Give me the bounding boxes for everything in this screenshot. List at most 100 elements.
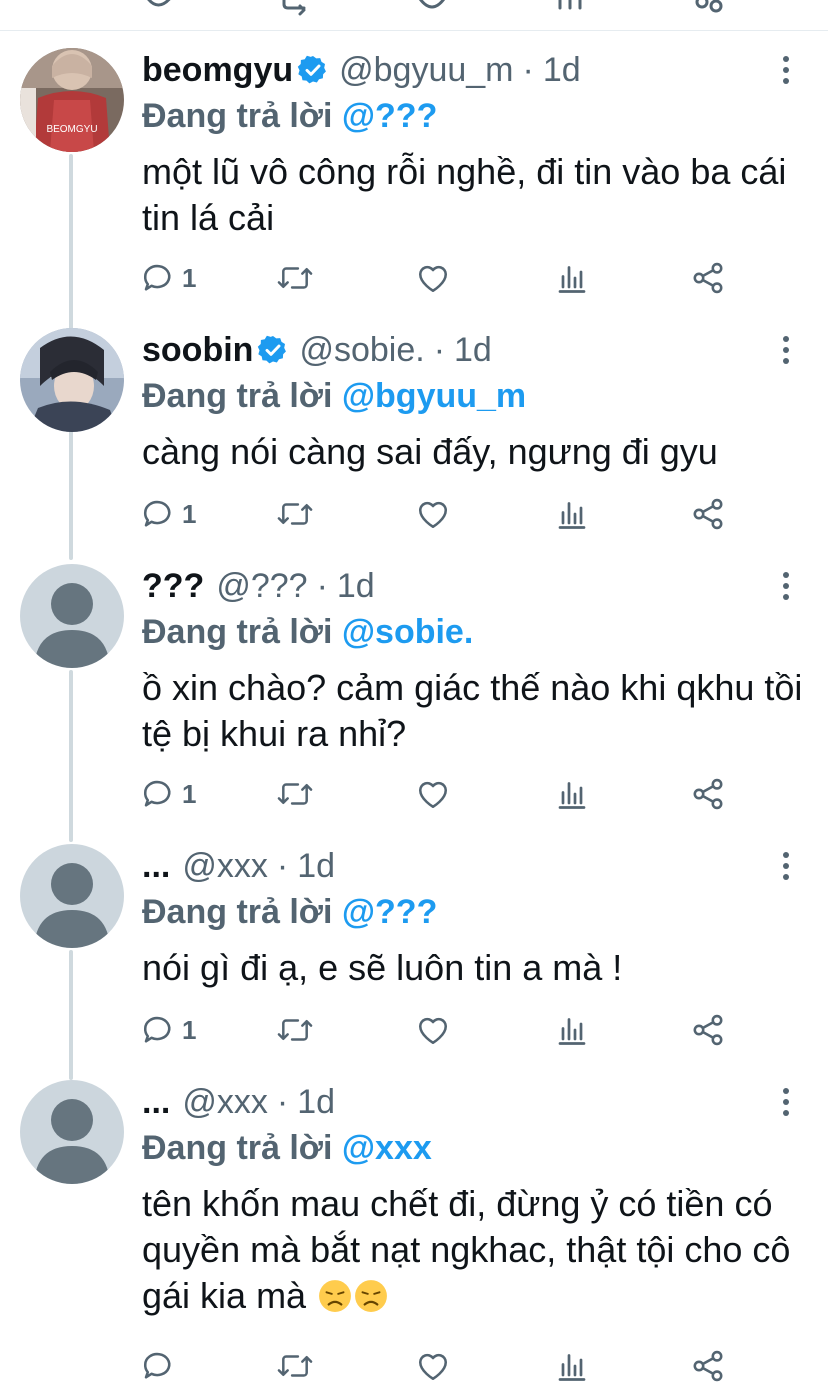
disappointed-face-emoji (355, 1280, 388, 1312)
share-icon (693, 498, 723, 530)
share-button[interactable] (690, 258, 726, 298)
timestamp[interactable]: 1d (297, 844, 335, 888)
timestamp[interactable]: 1d (297, 1080, 335, 1124)
user-handle[interactable]: @??? (216, 564, 307, 608)
reply-icon (143, 1352, 171, 1379)
reply-button[interactable]: 1 (140, 258, 196, 298)
avatar-photo: BEOMGYU (20, 48, 124, 152)
more-icon[interactable] (776, 1082, 796, 1122)
mention-link[interactable]: @xxx (342, 1129, 432, 1167)
more-icon[interactable] (776, 50, 796, 90)
share-button[interactable] (690, 494, 726, 534)
share-button[interactable] (690, 774, 726, 814)
analytics-icon (558, 1354, 586, 1381)
default-avatar-icon (20, 564, 124, 668)
action-bar (140, 1346, 730, 1386)
replying-to-label: Đang trả lời (142, 377, 333, 415)
retweet-button[interactable] (276, 494, 314, 534)
previous-tweet-actions (0, 0, 828, 30)
retweet-button[interactable] (276, 1346, 314, 1386)
share-icon (693, 1350, 723, 1382)
replying-to-label: Đang trả lời (142, 97, 333, 135)
analytics-icon (558, 782, 586, 809)
analytics-icon (558, 1018, 586, 1045)
retweet-icon (277, 267, 313, 289)
mention-link[interactable]: @sobie. (342, 613, 473, 651)
replying-to-label: Đang trả lời (142, 1129, 333, 1167)
reply-icon (143, 1016, 171, 1043)
views-button[interactable] (554, 494, 590, 534)
more-icon[interactable] (776, 846, 796, 886)
user-handle[interactable]: @bgyuu_m (339, 48, 513, 92)
separator-dot: · (276, 847, 289, 885)
reply-button[interactable]: 1 (140, 494, 196, 534)
default-avatar-icon (20, 1080, 124, 1184)
display-name[interactable]: ... (142, 1080, 170, 1124)
separator-dot: · (316, 567, 328, 605)
thread-line (69, 670, 73, 842)
like-button[interactable] (415, 774, 451, 814)
tweet-header: beomgyu @bgyuu_m · 1d (142, 48, 581, 92)
display-name[interactable]: soobin (142, 328, 253, 372)
separator-dot: · (433, 331, 446, 369)
mention-link[interactable]: @??? (342, 893, 437, 931)
reply-count: 1 (182, 499, 197, 529)
action-bar: 1 (140, 494, 730, 534)
views-button[interactable] (554, 258, 590, 298)
more-icon[interactable] (776, 566, 796, 606)
reply-count: 1 (182, 263, 197, 293)
like-button[interactable] (415, 494, 451, 534)
user-handle[interactable]: @xxx (182, 1080, 268, 1124)
reply-button[interactable]: 1 (140, 774, 196, 814)
action-bar: 1 (140, 258, 730, 298)
separator-dot: · (522, 51, 534, 89)
mention-link[interactable]: @??? (342, 97, 437, 135)
views-button[interactable] (554, 1346, 590, 1386)
reply-icon (143, 500, 171, 527)
previous-tweet-action-icons[interactable] (0, 0, 828, 30)
analytics-icon (558, 502, 586, 529)
reply-count: 1 (182, 1015, 197, 1045)
views-button[interactable] (554, 1010, 590, 1050)
reply-button[interactable] (140, 1346, 182, 1386)
retweet-icon (277, 1355, 313, 1377)
like-button[interactable] (415, 1010, 451, 1050)
tweet-text: tên khốn mau chết đi, đừng ỷ có tiền có … (142, 1181, 822, 1319)
retweet-icon (277, 1019, 313, 1041)
share-button[interactable] (690, 1010, 726, 1050)
tweet-text: nói gì đi ạ, e sẽ luôn tin a mà ! (142, 947, 623, 988)
user-handle[interactable]: @xxx (182, 844, 268, 888)
avatar-default[interactable] (20, 844, 124, 948)
avatar-photo (20, 328, 124, 432)
avatar-jersey-text: BEOMGYU (46, 124, 97, 135)
views-button[interactable] (554, 774, 590, 814)
avatar-soobin[interactable] (20, 328, 124, 432)
action-bar: 1 (140, 1010, 730, 1050)
like-button[interactable] (415, 258, 451, 298)
timestamp[interactable]: 1d (337, 564, 375, 608)
share-button[interactable] (690, 1346, 726, 1386)
like-button[interactable] (415, 1346, 451, 1386)
retweet-button[interactable] (276, 774, 314, 814)
tweet-header: soobin @sobie. · 1d (142, 328, 492, 372)
retweet-button[interactable] (276, 1010, 314, 1050)
tweet-header: ??? @??? · 1d (142, 564, 375, 608)
timestamp[interactable]: 1d (454, 328, 492, 372)
retweet-button[interactable] (276, 258, 314, 298)
mention-link[interactable]: @bgyuu_m (342, 377, 526, 415)
avatar-beomgyu[interactable]: BEOMGYU (20, 48, 124, 152)
display-name[interactable]: ... (142, 844, 170, 888)
user-handle[interactable]: @sobie. (299, 328, 424, 372)
avatar-default[interactable] (20, 564, 124, 668)
share-icon (693, 262, 723, 294)
replying-to-label: Đang trả lời (142, 613, 333, 651)
tweet-text: càng nói càng sai đấy, ngưng đi gyu (142, 431, 718, 472)
display-name[interactable]: ??? (142, 564, 204, 608)
avatar-default[interactable] (20, 1080, 124, 1184)
verified-badge-icon (297, 55, 327, 84)
timestamp[interactable]: 1d (543, 48, 581, 92)
more-icon[interactable] (776, 330, 796, 370)
display-name[interactable]: beomgyu (142, 48, 293, 92)
reply-button[interactable]: 1 (140, 1010, 196, 1050)
retweet-icon (277, 783, 313, 805)
